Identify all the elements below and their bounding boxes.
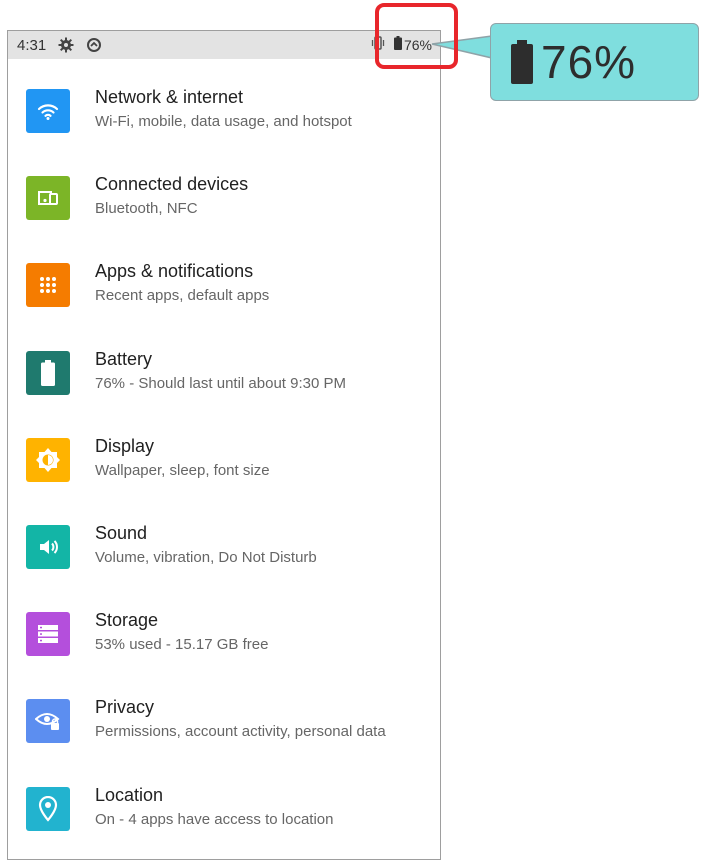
item-title: Privacy (95, 697, 155, 718)
item-subtitle: 53% used - 15.17 GB free (95, 636, 269, 654)
item-title: Battery (95, 348, 153, 369)
settings-item-privacy[interactable]: Privacy Permissions, account activity, p… (8, 677, 440, 764)
item-title: Storage (95, 610, 159, 631)
apps-grid-icon (26, 263, 70, 308)
settings-item-apps[interactable]: Apps & notifications Recent apps, defaul… (8, 241, 440, 328)
brightness-icon (26, 437, 70, 482)
settings-item-location[interactable]: Location On - 4 apps have access to loca… (8, 765, 440, 852)
storage-icon (26, 612, 70, 657)
settings-item-display[interactable]: Display Wallpaper, sleep, font size (8, 416, 440, 503)
item-subtitle: 76% - Should last until about 9:30 PM (95, 374, 346, 392)
item-title: Sound (95, 522, 148, 543)
settings-item-battery[interactable]: Battery 76% - Should last until about 9:… (8, 329, 440, 416)
settings-item-connected-devices[interactable]: Connected devices Bluetooth, NFC (8, 154, 440, 241)
item-title: Connected devices (95, 174, 249, 195)
phone-screen: 4:31 76% Network & internet Wi-Fi, mobil… (7, 30, 441, 860)
item-subtitle: Bluetooth, NFC (95, 200, 198, 218)
battery-highlight-box (375, 3, 458, 69)
battery-icon (511, 40, 533, 84)
location-pin-icon (26, 786, 70, 831)
battery-callout: 76% (490, 23, 699, 101)
item-subtitle: Wallpaper, sleep, font size (95, 461, 270, 479)
item-title: Display (95, 435, 155, 456)
settings-item-sound[interactable]: Sound Volume, vibration, Do Not Disturb (8, 503, 440, 590)
battery-icon (26, 350, 70, 395)
item-subtitle: Permissions, account activity, personal … (95, 723, 386, 741)
privacy-eye-icon (26, 699, 70, 744)
callout-percentage: 76% (541, 36, 637, 88)
item-subtitle: On - 4 apps have access to location (95, 810, 334, 828)
item-subtitle: Recent apps, default apps (95, 287, 270, 305)
volume-icon (26, 524, 70, 569)
settings-list: Network & internet Wi-Fi, mobile, data u… (8, 67, 440, 852)
item-title: Location (95, 784, 164, 805)
item-subtitle: Volume, vibration, Do Not Disturb (95, 548, 317, 566)
item-title: Apps & notifications (95, 261, 254, 282)
settings-item-storage[interactable]: Storage 53% used - 15.17 GB free (8, 590, 440, 677)
connected-devices-icon (26, 176, 70, 221)
